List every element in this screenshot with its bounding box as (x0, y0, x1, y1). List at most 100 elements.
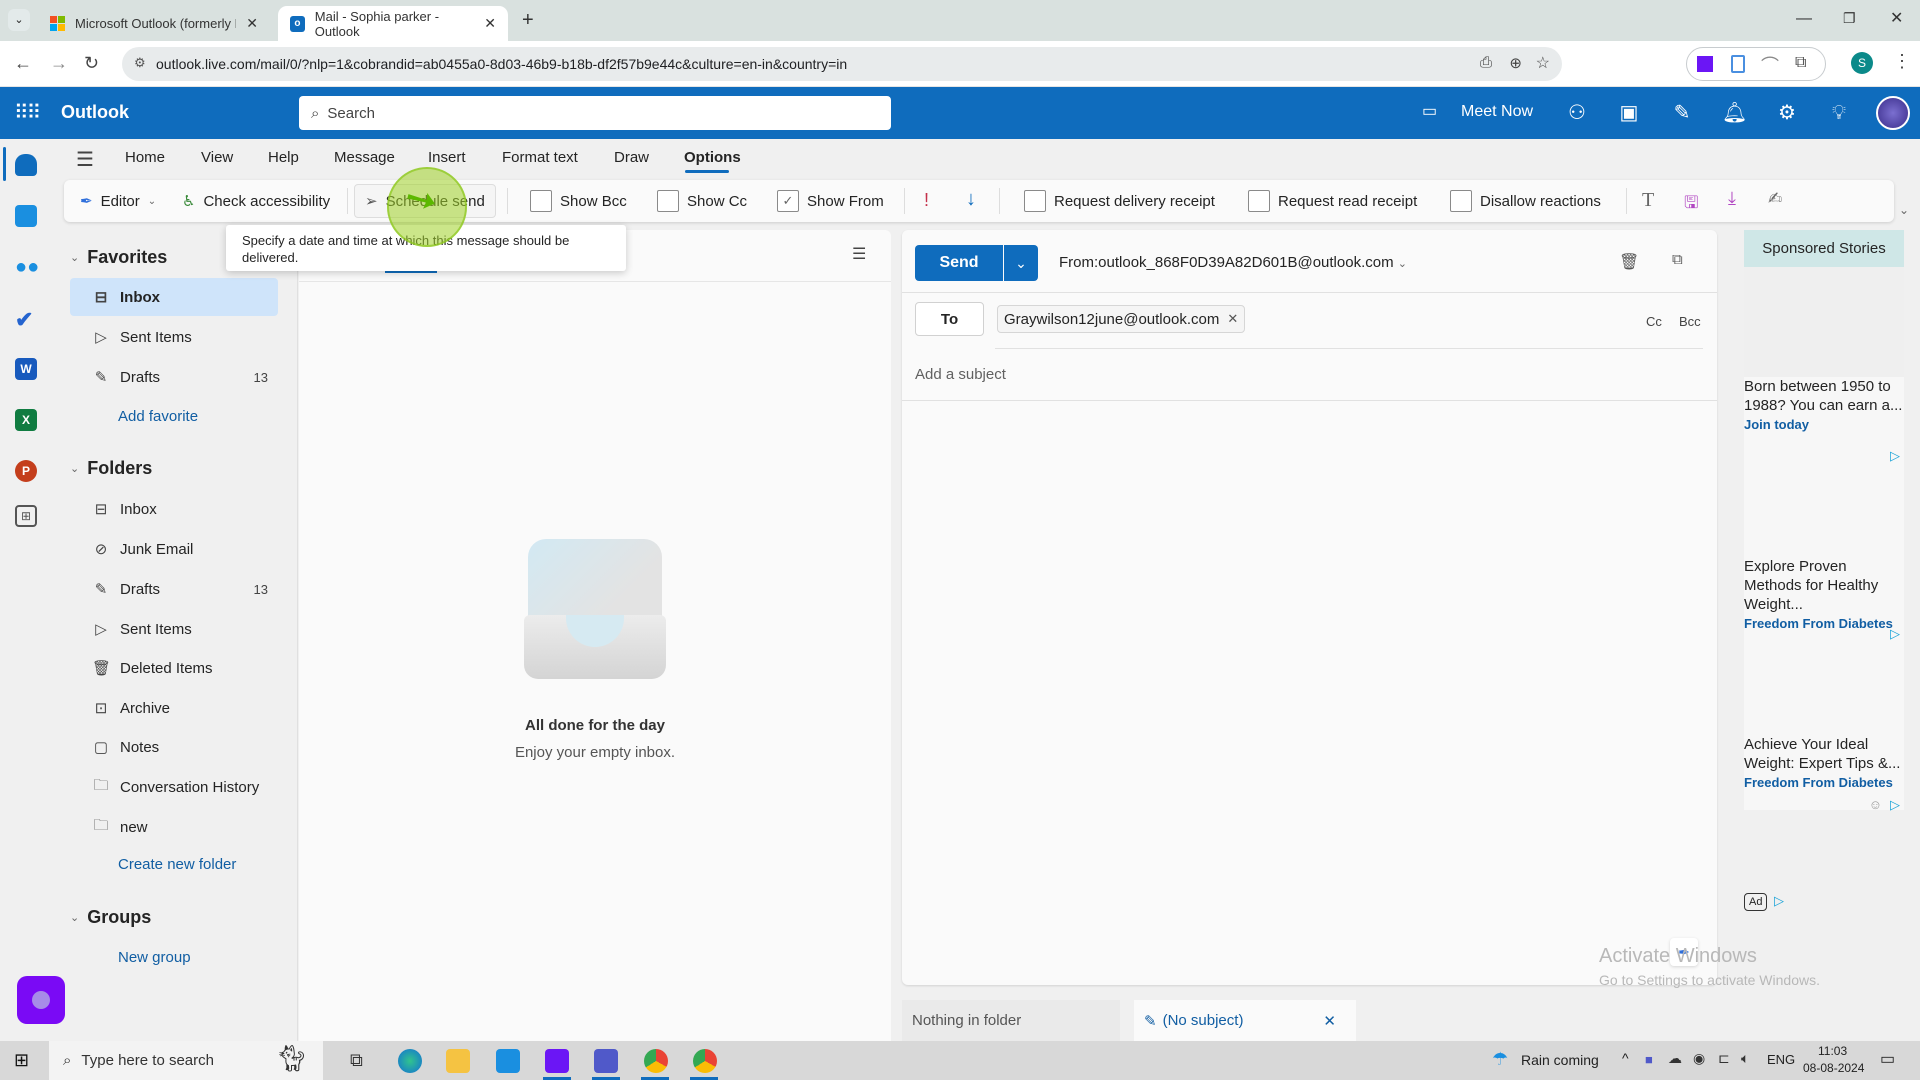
folder-item-conversation-history[interactable]: 🗀︎ Conversation History (70, 768, 278, 806)
adchoices-icon[interactable]: ▷ (1774, 893, 1784, 909)
clock-time[interactable]: 11:03 (1818, 1044, 1847, 1058)
extension-clipboard-icon[interactable] (1731, 55, 1745, 73)
cc-button[interactable]: Cc (1646, 314, 1662, 329)
tab-insert[interactable]: Insert (428, 149, 466, 166)
extension-arc-icon[interactable]: ⌒ (1761, 52, 1779, 78)
signature-icon[interactable]: ✍︎ (1768, 189, 1782, 209)
close-draft-icon[interactable]: ✕ (1323, 1012, 1336, 1030)
show-bcc-checkbox[interactable]: Show Bcc (530, 180, 627, 222)
file-explorer-icon[interactable] (446, 1049, 470, 1073)
edge-icon[interactable] (398, 1049, 422, 1073)
filter-icon[interactable]: ☰ (852, 244, 866, 264)
tab-message[interactable]: Message (334, 149, 395, 166)
check-accessibility-button[interactable]: ♿︎ Check accessibility (182, 180, 330, 222)
forward-button[interactable]: → (50, 53, 68, 74)
new-tab-button[interactable]: + (522, 9, 534, 32)
folder-item-sent[interactable]: ▷ Sent Items (70, 610, 278, 648)
todo-check-icon[interactable]: ✔ (15, 307, 37, 332)
notification-center-icon[interactable]: ▭ (1880, 1049, 1895, 1069)
windows-start-icon[interactable]: ⊞ (14, 1050, 29, 1071)
show-cc-checkbox[interactable]: Show Cc (657, 180, 747, 222)
url-field[interactable]: ⚙ outlook.live.com/mail/0/?nlp=1&cobrand… (122, 47, 1562, 81)
profile-avatar[interactable]: S (1851, 52, 1873, 74)
low-importance-arrow-icon[interactable]: ↓ (966, 188, 976, 211)
clock-date[interactable]: 08-08-2024 (1803, 1061, 1864, 1075)
notifications-bell-icon[interactable]: 🔔︎ (1722, 101, 1747, 125)
app-name[interactable]: Outlook (61, 102, 129, 123)
ad-image[interactable] (1744, 267, 1904, 377)
pop-out-icon[interactable]: ⧉ (1672, 251, 1683, 268)
ad-item[interactable]: Born between 1950 to 1988? You can earn … (1744, 377, 1904, 434)
favorites-header[interactable]: ⌄ Favorites (70, 247, 167, 268)
folder-item-notes[interactable]: ▢ Notes (70, 728, 278, 766)
text-format-icon[interactable]: T (1642, 189, 1654, 212)
adchoices-icon[interactable]: ▷ (1890, 448, 1900, 464)
subject-input[interactable]: Add a subject (915, 366, 1006, 383)
tips-lightbulb-icon[interactable]: 💡︎ (1827, 101, 1851, 125)
excel-icon[interactable]: X (15, 409, 37, 431)
teams-tray-icon[interactable]: ■ (1645, 1052, 1653, 1067)
to-button[interactable]: To (915, 302, 984, 336)
close-tab-icon[interactable]: ✕ (246, 15, 258, 32)
chrome-profile-a-icon[interactable] (644, 1049, 668, 1073)
reload-button[interactable]: ↻ (84, 53, 99, 74)
ad-item[interactable]: Explore Proven Methods for Healthy Weigh… (1744, 557, 1904, 633)
power-automate-icon[interactable] (545, 1049, 569, 1073)
network-icon[interactable]: ⊏ (1718, 1050, 1730, 1067)
app-launcher-icon[interactable]: ⠿⠿ (14, 100, 41, 125)
disallow-reactions-checkbox[interactable]: Disallow reactions (1450, 180, 1601, 222)
adchoices-icon[interactable]: ▷ (1890, 797, 1900, 813)
show-hidden-icons-chevron[interactable]: ^ (1622, 1050, 1629, 1066)
add-favorite-link[interactable]: Add favorite (118, 408, 198, 425)
floating-app-button[interactable] (17, 976, 65, 1024)
teams-app-icon[interactable] (594, 1049, 618, 1073)
close-window-button[interactable]: ✕ (1890, 8, 1903, 28)
settings-gear-icon[interactable]: ⚙ (1775, 101, 1799, 125)
onedrive-icon[interactable]: ☁ (1668, 1050, 1682, 1067)
checkbox[interactable] (530, 190, 552, 212)
download-icon[interactable]: ⤓ (1728, 188, 1736, 209)
site-info-icon[interactable]: ⚙ (134, 55, 146, 71)
folder-item-new[interactable]: 🗀︎ new (70, 808, 278, 846)
groups-header[interactable]: ⌄ Groups (70, 907, 151, 928)
new-group-link[interactable]: New group (118, 949, 191, 966)
browser-tab-mail[interactable]: o Mail - Sophia parker - Outlook ✕ (278, 6, 508, 41)
checkbox[interactable] (1450, 190, 1472, 212)
tab-help[interactable]: Help (268, 149, 299, 166)
volume-icon[interactable]: 🔈︎ (1741, 1050, 1749, 1067)
tab-search-button[interactable]: ⌄ (8, 9, 30, 31)
chrome-profile-s-icon[interactable] (693, 1049, 717, 1073)
folder-item-deleted[interactable]: 🗑︎ Deleted Items (70, 649, 278, 687)
camera-icon[interactable]: ◉ (1693, 1050, 1705, 1067)
ad-item[interactable]: Achieve Your Ideal Weight: Expert Tips &… (1744, 735, 1904, 792)
onenote-icon[interactable]: ▣ (1617, 101, 1641, 125)
favorite-item-drafts[interactable]: ✎ Drafts 13 (70, 358, 278, 396)
tab-draw[interactable]: Draw (614, 149, 649, 166)
bookmark-star-icon[interactable]: ☆ (1536, 53, 1550, 73)
mail-app-icon[interactable] (496, 1049, 520, 1073)
tab-format-text[interactable]: Format text (502, 149, 578, 166)
mail-icon[interactable] (15, 154, 37, 176)
request-read-receipt-checkbox[interactable]: Request read receipt (1248, 180, 1417, 222)
powerpoint-icon[interactable]: P (15, 460, 37, 482)
request-delivery-receipt-checkbox[interactable]: Request delivery receipt (1024, 180, 1215, 222)
recipient-chip[interactable]: Graywilson12june@outlook.com ✕ (997, 305, 1246, 333)
restore-button[interactable]: ❐ (1843, 10, 1856, 27)
tab-options[interactable]: Options (684, 149, 741, 166)
browser-tab-microsoft-outlook[interactable]: Microsoft Outlook (formerly Ho ✕ (38, 6, 270, 41)
extension-power-automate-icon[interactable] (1697, 56, 1713, 72)
draft-tab[interactable]: ✎ (No subject) ✕ (1134, 1000, 1356, 1041)
account-avatar[interactable] (1876, 96, 1910, 130)
close-tab-icon[interactable]: ✕ (484, 15, 496, 32)
high-importance-icon[interactable]: ! (924, 190, 929, 211)
install-app-icon[interactable]: ⎙ (1480, 54, 1492, 71)
favorite-item-sent[interactable]: ▷ Sent Items (70, 318, 278, 356)
weather-rain-icon[interactable]: ☂ (1492, 1049, 1508, 1070)
calendar-icon[interactable] (15, 205, 37, 227)
word-icon[interactable]: W (15, 358, 37, 380)
ribbon-expand-chevron-icon[interactable]: ⌄ (1899, 203, 1909, 217)
checkbox-checked[interactable]: ✓ (777, 190, 799, 212)
checkbox[interactable] (657, 190, 679, 212)
save-icon[interactable]: 🖫︎ (1684, 190, 1698, 219)
editor-button[interactable]: ✒ Editor ⌄ (80, 180, 156, 222)
